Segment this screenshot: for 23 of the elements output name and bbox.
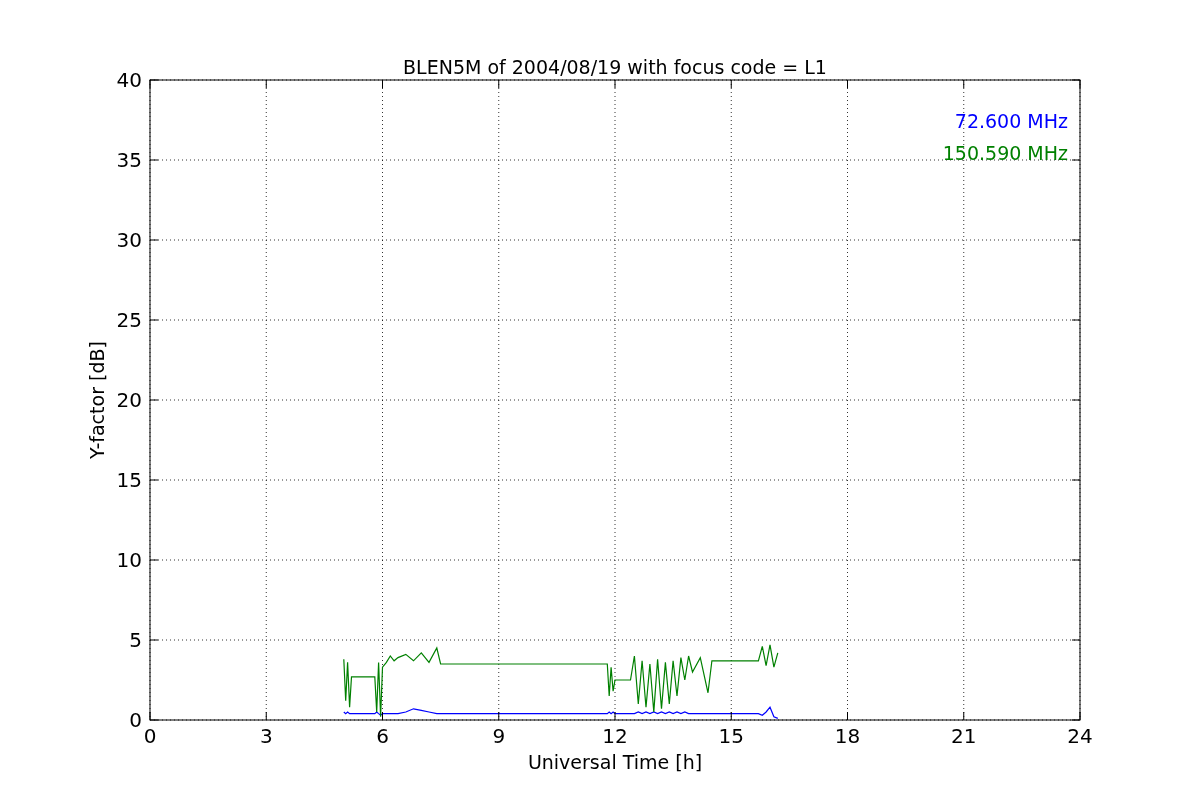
tick-label: 0 [129,708,142,732]
tick-label: 30 [116,228,142,252]
tick-label: 18 [834,724,861,748]
legend-label: 72.600 MHz [954,110,1068,132]
tick-label: 12 [602,724,628,748]
tick-label: 20 [116,388,142,412]
tick-label: 5 [129,628,142,652]
tick-label: 6 [376,724,389,748]
tick-label: 0 [143,724,157,748]
tick-label: 9 [492,724,506,748]
tick-label: 10 [116,548,142,572]
tick-label: 40 [116,68,142,92]
tick-label: 25 [116,308,142,332]
tick-label: 15 [116,468,142,492]
chart-title: BLEN5M of 2004/08/19 with focus code = L1 [403,56,827,78]
tick-label: 35 [116,148,142,172]
y-axis-label: Y-factor [dB] [86,341,108,459]
legend-label: 150.590 MHz [942,142,1068,164]
tick-label: 15 [718,724,744,748]
tick-label: 24 [1067,724,1093,748]
tick-label: 3 [259,724,273,748]
x-axis-label: Universal Time [h] [527,751,703,773]
tick-label: 21 [951,724,977,748]
